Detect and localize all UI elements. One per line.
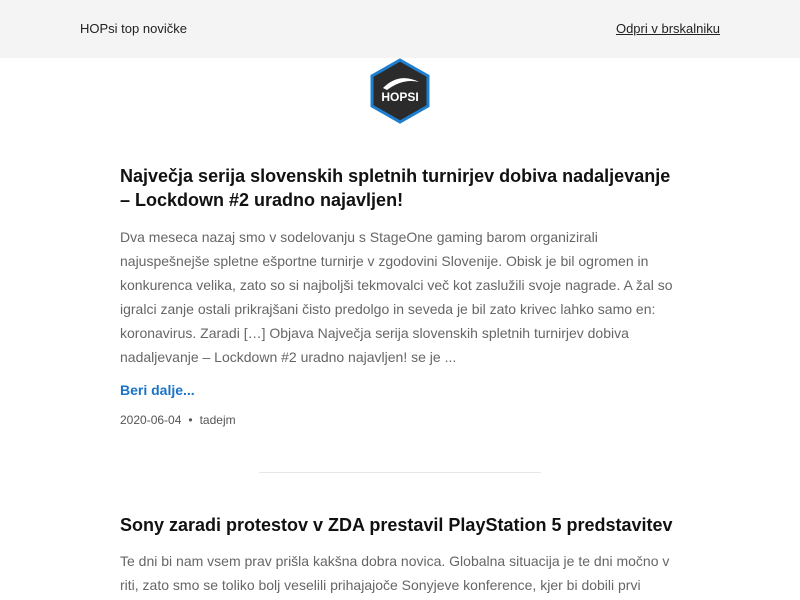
meta-separator: • <box>188 413 193 427</box>
read-more-link[interactable]: Beri dalje... <box>120 380 195 400</box>
top-bar: HOPsi top novičke Odpri v brskalniku <box>0 0 800 58</box>
logo-text: HOPSI <box>381 90 418 104</box>
article-card: Sony zaradi protestov v ZDA prestavil Pl… <box>120 513 680 597</box>
article-card: Največja serija slovenskih spletnih turn… <box>120 164 680 428</box>
article-excerpt: Te dni bi nam vsem prav prišla kakšna do… <box>120 553 670 593</box>
article-meta: 2020-06-04 • tadejm <box>120 412 680 428</box>
brand-name: HOPsi top novičke <box>80 21 187 36</box>
article-title[interactable]: Sony zaradi protestov v ZDA prestavil Pl… <box>120 513 680 537</box>
article-title[interactable]: Največja serija slovenskih spletnih turn… <box>120 164 680 212</box>
article-excerpt: Dva meseca nazaj smo v sodelovanju s Sta… <box>120 229 673 365</box>
hopsi-logo-icon: HOPSI <box>370 58 430 124</box>
article-author: tadejm <box>199 413 236 427</box>
open-in-browser-link[interactable]: Odpri v brskalniku <box>616 21 720 37</box>
hopsi-logo: HOPSI <box>369 58 431 124</box>
article-divider <box>259 472 541 473</box>
article-date: 2020-06-04 <box>120 413 182 427</box>
